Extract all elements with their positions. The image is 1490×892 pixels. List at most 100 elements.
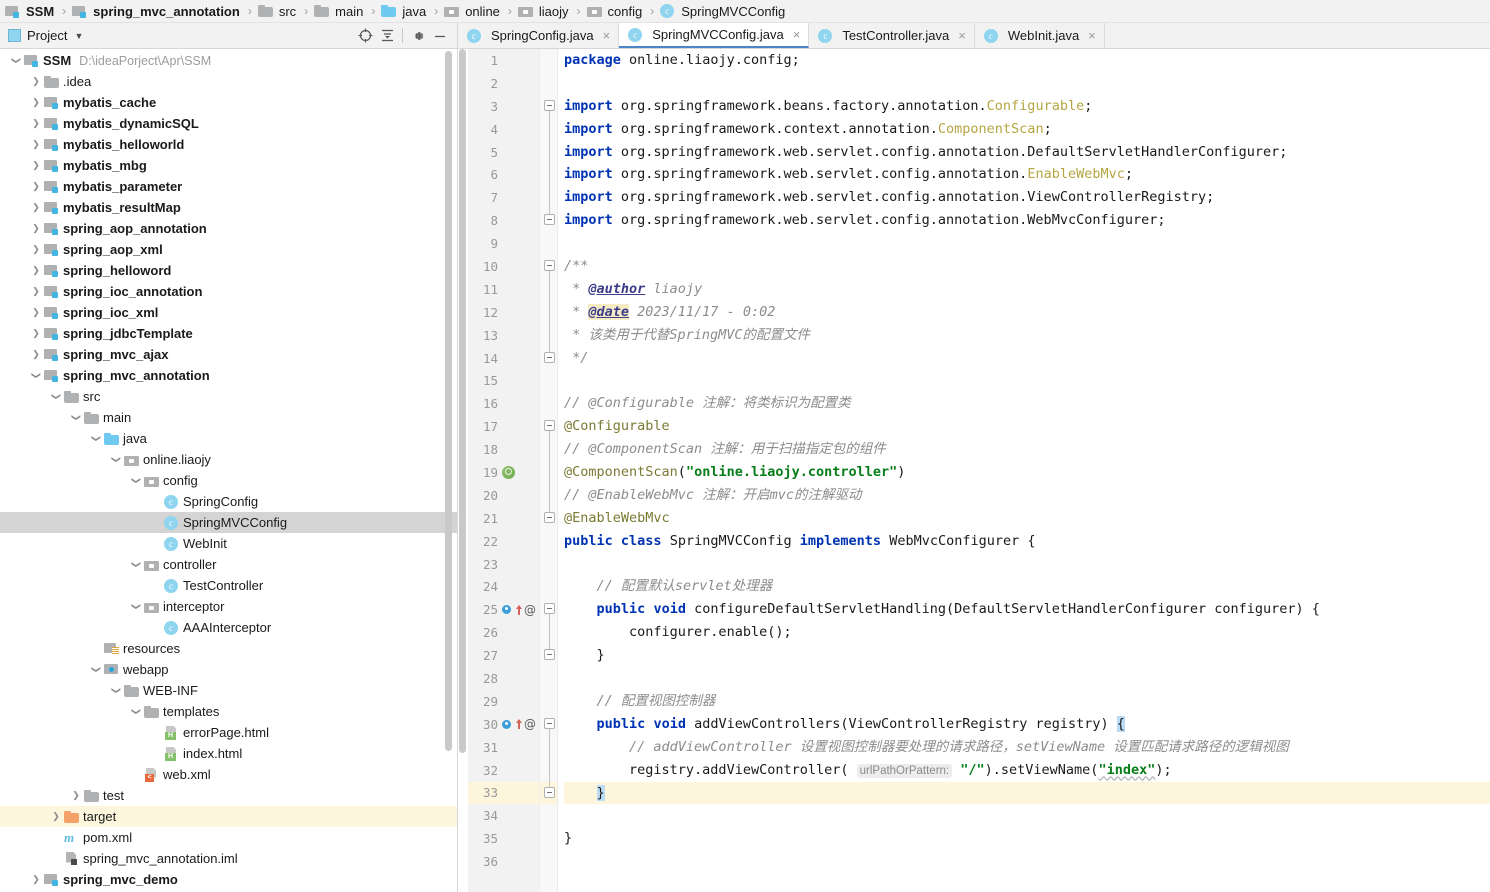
tree-item-spring-ioc-annotation[interactable]: ❯ spring_ioc_annotation <box>0 281 457 302</box>
settings-gear-icon[interactable] <box>407 25 429 47</box>
tree-item-webinit[interactable]: c WebInit <box>0 533 457 554</box>
fold-collapse-icon[interactable] <box>544 420 555 432</box>
tree-item-webapp[interactable]: ❯ webapp <box>0 659 457 680</box>
fold-region[interactable] <box>540 117 557 141</box>
gutter-line[interactable]: 17 <box>468 415 539 438</box>
fold-region[interactable] <box>540 208 557 232</box>
project-tree[interactable]: ❯ SSM D:\ideaPorject\Apr\SSM ❯ .idea ❯ mybatis… <box>0 49 457 892</box>
tree-item-mybatis-resultmap[interactable]: ❯ mybatis_resultMap <box>0 197 457 218</box>
gutter-line[interactable]: 23 <box>468 553 539 576</box>
code-line[interactable]: * @author liaojy <box>564 278 1490 301</box>
scrollbar-thumb[interactable] <box>459 49 466 753</box>
tree-item-spring-aop-annotation[interactable]: ❯ spring_aop_annotation <box>0 218 457 239</box>
fold-region[interactable] <box>540 804 557 827</box>
fold-region[interactable] <box>540 49 557 72</box>
code-text-area[interactable]: package online.liaojy.config; import org… <box>558 49 1490 892</box>
chevron-right-icon[interactable]: ❯ <box>28 113 44 134</box>
code-line[interactable]: import org.springframework.web.servlet.c… <box>564 186 1490 209</box>
gutter-line[interactable]: 7 <box>468 186 539 209</box>
breadcrumb-item-java[interactable]: java <box>380 0 429 22</box>
overriding-method-arrow-icon[interactable] <box>515 604 522 616</box>
fold-collapse-icon[interactable] <box>544 649 555 661</box>
gutter-line[interactable]: 31 <box>468 736 539 759</box>
gutter-line[interactable]: 33 <box>468 781 539 805</box>
tree-item-spring-mvc-annotation-iml[interactable]: spring_mvc_annotation.iml <box>0 848 457 869</box>
fold-region[interactable] <box>540 95 557 118</box>
fold-region[interactable] <box>540 323 557 347</box>
fold-region[interactable] <box>540 255 557 278</box>
code-line[interactable] <box>564 804 1490 827</box>
code-line[interactable]: // 配置视图控制器 <box>564 690 1490 713</box>
code-line[interactable] <box>564 72 1490 95</box>
gutter-line[interactable]: 24 <box>468 575 539 598</box>
implements-method-icon[interactable] <box>502 604 513 615</box>
fold-region[interactable] <box>540 392 557 415</box>
chevron-right-icon[interactable]: ❯ <box>28 197 44 218</box>
gutter-line[interactable]: 14 <box>468 347 539 370</box>
fold-collapse-icon[interactable] <box>544 511 555 523</box>
tree-item-testcontroller[interactable]: c TestController <box>0 575 457 596</box>
tree-item-errorpage-html[interactable]: errorPage.html <box>0 722 457 743</box>
chevron-right-icon[interactable]: ❯ <box>28 323 44 344</box>
fold-collapse-icon[interactable] <box>544 603 555 615</box>
tree-item-main[interactable]: ❯ main <box>0 407 457 428</box>
chevron-right-icon[interactable]: ❯ <box>28 134 44 155</box>
fold-region[interactable] <box>540 713 557 736</box>
fold-region[interactable] <box>540 575 557 598</box>
fold-region[interactable] <box>540 553 557 576</box>
tree-item--idea[interactable]: ❯ .idea <box>0 71 457 92</box>
tree-item-spring-aop-xml[interactable]: ❯ spring_aop_xml <box>0 239 457 260</box>
fold-region[interactable] <box>540 735 557 759</box>
gutter-line[interactable]: 9 <box>468 232 539 255</box>
fold-region[interactable] <box>540 300 557 324</box>
code-line[interactable]: public void addViewControllers(ViewContr… <box>564 713 1490 736</box>
close-icon[interactable]: × <box>958 29 966 42</box>
gutter-line[interactable]: 19 <box>468 461 539 484</box>
fold-region[interactable] <box>540 621 557 645</box>
annotation-at-icon[interactable]: @ <box>524 604 536 616</box>
breadcrumb-item-springmvcconfig[interactable]: c SpringMVCConfig <box>659 0 788 22</box>
close-icon[interactable]: × <box>1088 29 1096 42</box>
gutter-line[interactable]: 2 <box>468 72 539 95</box>
gutter-line[interactable]: 35 <box>468 827 539 850</box>
tree-item-index-html[interactable]: index.html <box>0 743 457 764</box>
gutter-line[interactable]: 20 <box>468 484 539 507</box>
line-number-gutter[interactable]: 1 2 3 4 5 6 7 8 9 10 11 12 13 14 15 16 17 18 19 20 21 22 23 24 2… <box>468 49 540 892</box>
gutter-line[interactable]: 27 <box>468 644 539 667</box>
breadcrumb-item-config[interactable]: config <box>586 0 646 22</box>
fold-region[interactable] <box>540 530 557 553</box>
fold-region[interactable] <box>540 483 557 507</box>
chevron-right-icon[interactable]: ❯ <box>28 71 44 92</box>
fold-region[interactable] <box>540 758 557 782</box>
fold-region[interactable] <box>540 232 557 255</box>
chevron-right-icon[interactable]: ❯ <box>28 302 44 323</box>
code-line[interactable]: package online.liaojy.config; <box>564 49 1490 72</box>
chevron-right-icon[interactable]: ❯ <box>28 176 44 197</box>
project-tree-scrollbar[interactable] <box>445 51 452 751</box>
tree-item-resources[interactable]: resources <box>0 638 457 659</box>
fold-region[interactable] <box>540 438 557 462</box>
tree-item-templates[interactable]: ❯ templates <box>0 701 457 722</box>
code-line[interactable]: import org.springframework.web.servlet.c… <box>564 141 1490 164</box>
gutter-line[interactable]: 12 <box>468 301 539 324</box>
code-line[interactable] <box>564 667 1490 690</box>
code-line[interactable]: import org.springframework.context.annot… <box>564 118 1490 141</box>
gutter-line[interactable]: 36 <box>468 850 539 873</box>
close-icon[interactable]: × <box>603 29 611 42</box>
tree-item-spring-ioc-xml[interactable]: ❯ spring_ioc_xml <box>0 302 457 323</box>
fold-collapse-icon[interactable] <box>544 786 555 798</box>
overriding-method-arrow-icon[interactable] <box>515 718 522 730</box>
code-line[interactable]: /** <box>564 255 1490 278</box>
breadcrumb-item-spring-mvc-annotation[interactable]: spring_mvc_annotation <box>71 0 243 22</box>
fold-region[interactable] <box>540 667 557 690</box>
fold-region[interactable] <box>540 369 557 392</box>
breadcrumb-item-online[interactable]: online <box>443 0 503 22</box>
tree-item-target[interactable]: ❯ target <box>0 806 457 827</box>
breadcrumb-item-ssm[interactable]: SSM <box>4 0 57 22</box>
fold-region[interactable] <box>540 163 557 187</box>
gutter-line[interactable]: 34 <box>468 804 539 827</box>
fold-collapse-icon[interactable] <box>544 351 555 363</box>
fold-region[interactable] <box>540 598 557 622</box>
hide-panel-icon[interactable] <box>429 25 451 47</box>
fold-collapse-icon[interactable] <box>544 99 555 111</box>
